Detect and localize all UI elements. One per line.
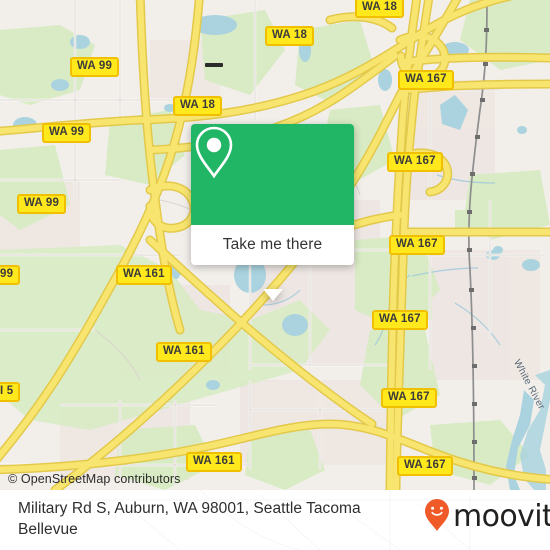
location-pin-icon [195, 126, 296, 203]
road-shield: WA 99 [70, 57, 120, 77]
map-screenshot: WA 18 WA 18 WA 99 WA 167 WA 18 WA 99 WA … [0, 0, 550, 550]
take-me-there-button[interactable]: Take me there [191, 225, 354, 265]
road-shield: WA 167 [381, 388, 437, 408]
callout-tail [262, 289, 283, 301]
moovit-wordmark: moovit [453, 499, 550, 534]
take-me-there-label: Take me there [222, 236, 323, 253]
moovit-smiley-pin-icon [424, 498, 450, 537]
road-shield: WA 167 [372, 310, 428, 330]
road-shield: WA 99 [17, 194, 67, 214]
callout-header [191, 124, 354, 225]
road-shield: WA 18 [173, 96, 223, 116]
road-shield: WA 161 [156, 342, 212, 362]
road-shield: WA 18 [265, 26, 315, 46]
bridge-segment [205, 63, 223, 67]
road-shield: 99 [0, 265, 21, 285]
take-me-there-callout[interactable]: Take me there [191, 124, 354, 301]
road-shield: WA 167 [398, 70, 454, 90]
road-shield: WA 167 [397, 456, 453, 476]
moovit-logo[interactable]: moovit [424, 498, 550, 537]
road-shield: WA 161 [116, 265, 172, 285]
map-canvas[interactable]: WA 18 WA 18 WA 99 WA 167 WA 18 WA 99 WA … [0, 0, 550, 490]
address-text: Military Rd S, Auburn, WA 98001, Seattle… [18, 500, 361, 538]
road-shield: WA 167 [387, 152, 443, 172]
road-shield: WA 18 [355, 0, 405, 18]
osm-attribution: © OpenStreetMap contributors [8, 472, 181, 486]
road-shield: WA 161 [186, 452, 242, 472]
road-shield: I 5 [0, 382, 21, 402]
road-shield: WA 167 [389, 235, 445, 255]
road-shield: WA 99 [42, 123, 92, 143]
